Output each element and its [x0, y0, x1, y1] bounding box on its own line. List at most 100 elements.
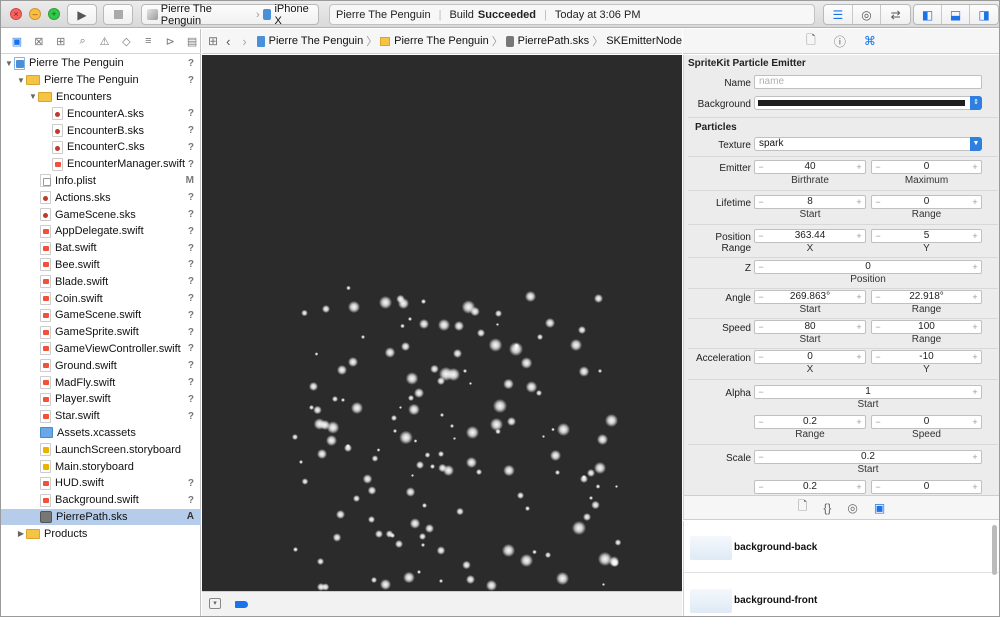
tree-item-file[interactable]: GameScene.sks ? [1, 206, 201, 223]
speed-range-value[interactable]: 100 [884, 321, 969, 333]
z-position-value[interactable]: 0 [767, 261, 969, 273]
breadcrumb-group[interactable]: Pierre The Penguin [394, 35, 489, 47]
particle-preview-canvas[interactable] [202, 55, 682, 591]
increment-icon[interactable]: + [970, 230, 980, 242]
alpha-start-value[interactable]: 1 [767, 386, 969, 398]
forward-icon[interactable]: › [242, 34, 246, 49]
increment-icon[interactable]: + [854, 230, 864, 242]
position-range-y-stepper[interactable]: −5 + [871, 229, 982, 243]
toggle-debug-area-icon[interactable]: ⬓ [942, 5, 971, 24]
lifetime-start-value[interactable]: 8 [767, 196, 853, 208]
tree-item-file[interactable]: LaunchScreen.storyboard [1, 441, 201, 458]
quick-help-icon[interactable]: ⓘ [834, 33, 846, 50]
lifetime-range-stepper[interactable]: −0 + [871, 195, 982, 209]
increment-icon[interactable]: + [854, 351, 864, 363]
source-control-icon[interactable]: ⊠ [30, 35, 48, 48]
tree-item-file[interactable]: Ground.swift ? [1, 357, 201, 374]
disclosure-collapsed-icon[interactable]: ▶ [16, 529, 26, 538]
maximum-stepper[interactable]: −0 + [871, 160, 982, 174]
tree-item-group[interactable]: ▼ Pierre The Penguin ? [1, 72, 201, 89]
increment-icon[interactable]: + [970, 196, 980, 208]
decrement-icon[interactable]: − [756, 196, 766, 208]
library-scrollbar[interactable] [992, 525, 997, 575]
increment-icon[interactable]: + [970, 481, 980, 493]
increment-icon[interactable]: + [970, 261, 980, 273]
report-navigator-icon[interactable]: ▤ [183, 35, 201, 48]
disclosure-expanded-icon[interactable]: ▼ [16, 76, 26, 85]
increment-icon[interactable]: + [854, 481, 864, 493]
tree-item-file[interactable]: Actions.sks ? [1, 189, 201, 206]
decrement-icon[interactable]: − [873, 351, 883, 363]
tree-item-file[interactable]: Bee.swift ? [1, 257, 201, 274]
close-window-icon[interactable]: × [10, 8, 22, 20]
tree-item-file[interactable]: HUD.swift ? [1, 475, 201, 492]
back-icon[interactable]: ‹ [226, 34, 230, 49]
related-items-icon[interactable]: ⊞ [208, 34, 218, 48]
z-position-stepper[interactable]: −0 + [754, 260, 982, 274]
find-navigator-icon[interactable]: ⌕ [74, 35, 92, 48]
decrement-icon[interactable]: − [756, 291, 766, 303]
scale-range-value[interactable]: 0.2 [767, 481, 853, 493]
scale-range-stepper[interactable]: −0.2 + [754, 480, 866, 494]
scale-start-value[interactable]: 0.2 [767, 451, 969, 463]
tree-item-file[interactable]: MadFly.swift ? [1, 374, 201, 391]
increment-icon[interactable]: + [970, 451, 980, 463]
tree-item-file[interactable]: GameSprite.swift ? [1, 324, 201, 341]
acceleration-y-value[interactable]: -10 [884, 351, 969, 363]
project-navigator-icon[interactable]: ▣ [8, 35, 26, 48]
list-item[interactable]: background-back [684, 521, 999, 573]
tree-item-file[interactable]: Blade.swift ? [1, 273, 201, 290]
decrement-icon[interactable]: − [756, 451, 766, 463]
breadcrumb-project[interactable]: Pierre The Penguin [269, 35, 364, 47]
toggle-navigator-icon[interactable]: ◧ [914, 5, 943, 24]
show-outline-icon[interactable]: ▾ [209, 598, 221, 609]
increment-icon[interactable]: + [970, 386, 980, 398]
disclosure-expanded-icon[interactable]: ▼ [28, 92, 38, 101]
disclosure-expanded-icon[interactable]: ▼ [4, 59, 14, 68]
stop-button[interactable] [103, 4, 133, 25]
angle-range-value[interactable]: 22.918° [884, 291, 969, 303]
tree-item-file[interactable]: EncounterC.sks ? [1, 139, 201, 156]
alpha-range-stepper[interactable]: −0.2 + [754, 415, 866, 429]
decrement-icon[interactable]: − [756, 351, 766, 363]
tree-item-file[interactable]: Background.swift ? [1, 492, 201, 509]
position-range-x-stepper[interactable]: −363.44 + [754, 229, 866, 243]
tree-item-file-selected[interactable]: PierrePath.sks A [1, 508, 201, 526]
scale-speed-stepper[interactable]: −0 + [871, 480, 982, 494]
speed-start-value[interactable]: 80 [767, 321, 853, 333]
alpha-start-stepper[interactable]: −1 + [754, 385, 982, 399]
tree-item-group[interactable]: ▶ Products [1, 525, 201, 542]
increment-icon[interactable]: + [970, 351, 980, 363]
acceleration-x-stepper[interactable]: −0 + [754, 350, 866, 364]
tree-item-file[interactable]: Main.storyboard [1, 458, 201, 475]
increment-icon[interactable]: + [970, 416, 980, 428]
increment-icon[interactable]: + [854, 291, 864, 303]
increment-icon[interactable]: + [854, 196, 864, 208]
background-color-well[interactable]: ⇕ [754, 96, 982, 110]
alpha-speed-value[interactable]: 0 [884, 416, 969, 428]
decrement-icon[interactable]: − [756, 261, 766, 273]
lifetime-range-value[interactable]: 0 [884, 196, 969, 208]
angle-start-stepper[interactable]: −269.863° + [754, 290, 866, 304]
standard-editor-icon[interactable]: ☰ [824, 5, 853, 24]
alpha-speed-stepper[interactable]: −0 + [871, 415, 982, 429]
toggle-utilities-icon[interactable]: ◨ [970, 5, 998, 24]
speed-range-stepper[interactable]: −100 + [871, 320, 982, 334]
object-library-icon[interactable]: ◎ [847, 501, 857, 515]
acceleration-x-value[interactable]: 0 [767, 351, 853, 363]
scale-start-stepper[interactable]: −0.2 + [754, 450, 982, 464]
tree-item-project[interactable]: ▼ Pierre The Penguin ? [1, 55, 201, 72]
decrement-icon[interactable]: − [873, 321, 883, 333]
speed-start-stepper[interactable]: −80 + [754, 320, 866, 334]
increment-icon[interactable]: + [854, 321, 864, 333]
tree-item-file[interactable]: GameScene.swift ? [1, 307, 201, 324]
breadcrumb-node[interactable]: SKEmitterNode [606, 35, 682, 47]
increment-icon[interactable]: + [854, 416, 864, 428]
attributes-inspector-icon[interactable]: ⌘ [864, 34, 876, 48]
breadcrumb-file[interactable]: PierrePath.sks [518, 35, 590, 47]
increment-icon[interactable]: + [854, 161, 864, 173]
file-inspector-icon[interactable]: 🗋 [806, 31, 816, 52]
tree-item-file[interactable]: GameViewController.swift ? [1, 341, 201, 358]
issue-navigator-icon[interactable]: ⚠ [96, 35, 114, 48]
editor-mode-segmented-control[interactable]: ☰ ◎ ⇄ [823, 4, 911, 25]
